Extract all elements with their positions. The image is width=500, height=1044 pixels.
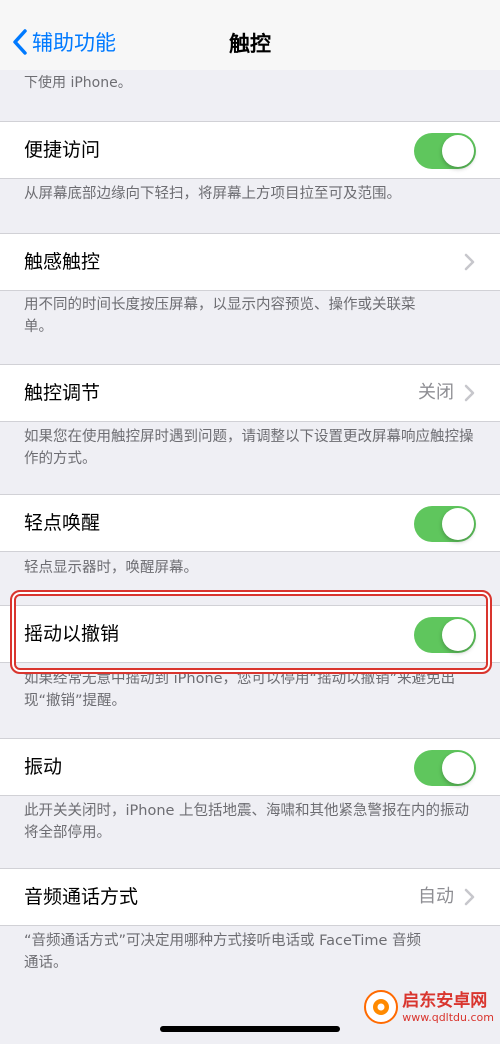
- row-vibration[interactable]: 振动: [0, 738, 500, 796]
- watermark-name: 启东安卓网: [402, 990, 488, 1011]
- row-label: 轻点唤醒: [24, 512, 101, 534]
- navigation-bar: 辅助功能 触控: [0, 0, 500, 70]
- home-indicator[interactable]: [160, 1026, 340, 1032]
- watermark-logo-icon: [364, 990, 399, 1024]
- red-highlight-box: [10, 590, 492, 674]
- top-note-line: 下使用 iPhone。: [24, 75, 132, 91]
- page-title: 触控: [229, 32, 271, 56]
- row-reachability[interactable]: 便捷访问: [0, 121, 500, 179]
- tap-to-wake-toggle[interactable]: [414, 506, 476, 542]
- row-label: 音频通话方式: [24, 886, 139, 908]
- toggle-knob: [442, 752, 474, 784]
- row-haptic-touch[interactable]: 触感触控: [0, 233, 500, 291]
- chevron-right-icon: [464, 384, 475, 402]
- row-note: “音频通话方式”可决定用哪种方式接听电话或 FaceTime 音频通话。: [24, 933, 422, 971]
- row-label: 便捷访问: [24, 139, 101, 161]
- toggle-knob: [442, 508, 474, 540]
- row-note: 轻点显示器时，唤醒屏幕。: [24, 560, 198, 576]
- row-label: 振动: [24, 756, 63, 778]
- row-value: 自动: [418, 886, 454, 907]
- chevron-right-icon: [464, 888, 475, 906]
- row-note: 如果经常无意中摇动到 iPhone，您可以停用“摇动以撤销”来避免出现“撤销”提…: [24, 671, 456, 709]
- row-value: 关闭: [418, 382, 454, 403]
- watermark: 启东安卓网 www.qdltdu.com: [364, 990, 494, 1024]
- row-note: 用不同的时间长度按压屏幕，以显示内容预览、操作或关联菜单。: [24, 297, 416, 335]
- vibration-toggle[interactable]: [414, 750, 476, 786]
- row-label: 触感触控: [24, 251, 101, 273]
- row-tap-to-wake[interactable]: 轻点唤醒: [0, 494, 500, 552]
- row-label: 触控调节: [24, 382, 101, 404]
- row-call-audio-routing[interactable]: 音频通话方式 自动: [0, 868, 500, 926]
- row-touch-accommodations[interactable]: 触控调节 关闭: [0, 364, 500, 422]
- row-note: 如果您在使用触控屏时遇到问题，请调整以下设置更改屏幕响应触控操作的方式。: [24, 429, 474, 467]
- reachability-toggle[interactable]: [414, 133, 476, 169]
- chevron-right-icon: [464, 253, 475, 271]
- toggle-knob: [442, 135, 474, 167]
- watermark-url: www.qdltdu.com: [402, 1010, 494, 1024]
- row-note: 此开关关闭时，iPhone 上包括地震、海啸和其他紧急警报在内的振动将全部停用。: [24, 803, 470, 841]
- row-note: 从屏幕底部边缘向下轻扫，将屏幕上方项目拉至可及范围。: [24, 186, 401, 202]
